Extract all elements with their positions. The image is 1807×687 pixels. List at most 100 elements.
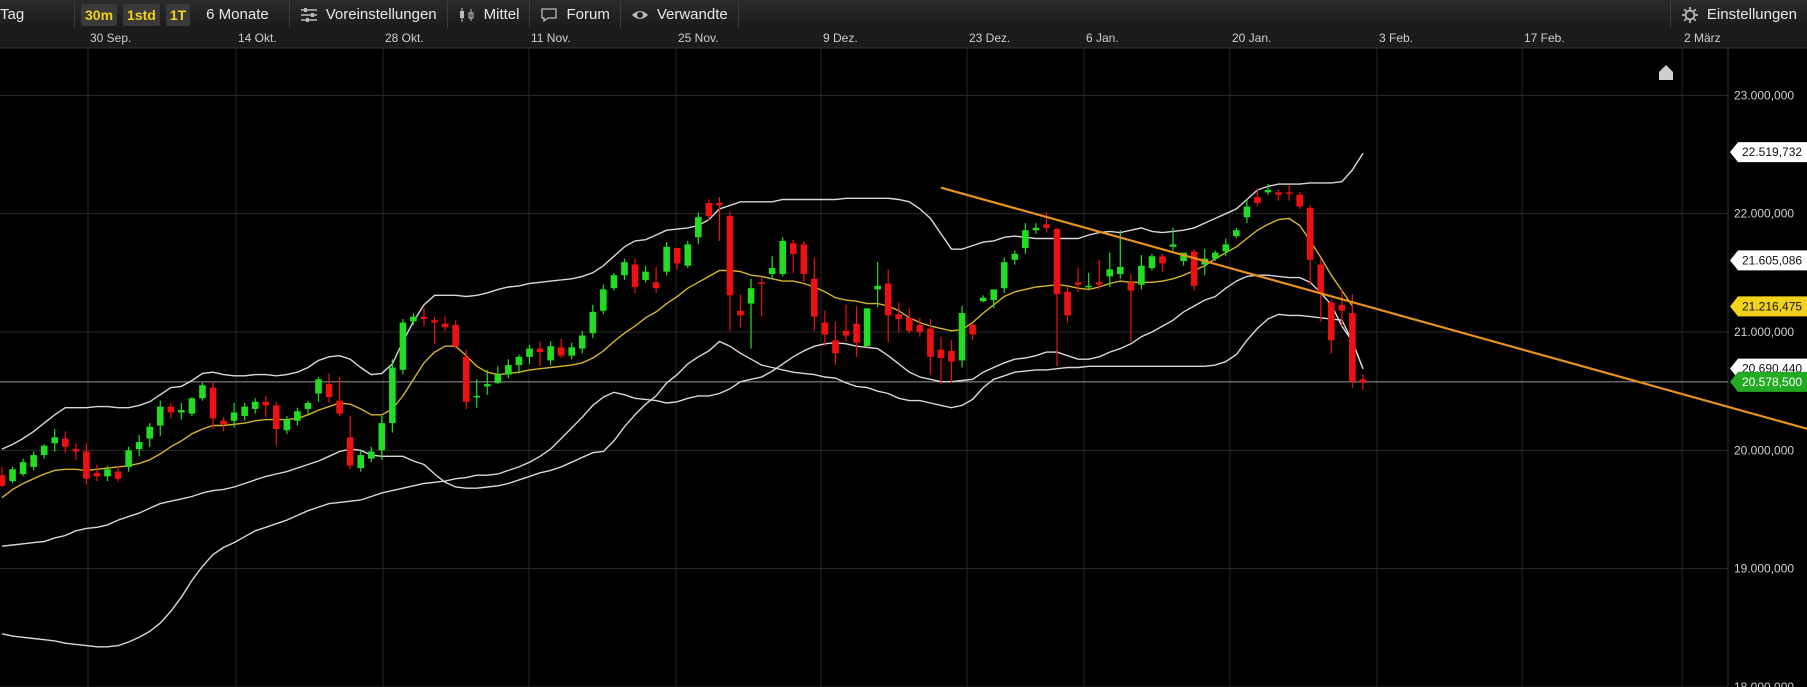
candle-body	[1011, 253, 1019, 260]
range-1t-button[interactable]: 1T	[165, 3, 191, 26]
candle-body	[515, 356, 523, 366]
price-tick-label: 19.000,000	[1734, 562, 1794, 576]
candle-body	[610, 275, 618, 289]
candle-body	[188, 398, 196, 414]
candle-body	[1064, 291, 1071, 316]
candle-body	[1222, 244, 1230, 252]
candle-body	[705, 203, 713, 217]
candle-body	[410, 316, 417, 322]
forum-button[interactable]: Forum	[530, 1, 621, 28]
candle-body	[241, 406, 248, 417]
candle-body	[1296, 194, 1303, 207]
candle-body	[83, 451, 90, 479]
candle-body	[283, 419, 291, 431]
period-select[interactable]: Tag	[0, 1, 75, 28]
candle-body	[505, 365, 512, 375]
candle-body	[367, 451, 375, 459]
candle-body	[357, 455, 364, 469]
date-tick-label: 28 Okt.	[385, 31, 424, 45]
candle-body	[19, 462, 27, 474]
candle-body	[589, 311, 597, 334]
candle-body	[1085, 285, 1092, 288]
price-tick-label: 20.000,000	[1734, 443, 1794, 457]
candle-body	[104, 469, 111, 477]
candle-body	[853, 323, 860, 343]
date-tick-label: 14 Okt.	[238, 31, 277, 45]
range-6-months-select[interactable]: 6 Monate	[196, 6, 283, 23]
candle-body	[547, 346, 554, 361]
trendline	[940, 186, 1807, 430]
period-label: Tag	[0, 6, 25, 23]
sliders-icon	[300, 7, 317, 22]
candle-body	[146, 426, 153, 439]
candle-body	[1032, 227, 1040, 231]
candle-body	[1000, 262, 1008, 289]
bollinger-outer-low-line	[1, 274, 1364, 648]
candle-body	[927, 328, 934, 357]
candle-body	[1043, 224, 1050, 228]
candle-body	[399, 322, 407, 370]
candle-body	[1053, 229, 1061, 295]
date-tick-label: 25 Nov.	[678, 31, 718, 45]
date-tick-label: 3 Feb.	[1379, 31, 1413, 45]
candle-body	[251, 401, 259, 409]
price-chart[interactable]: 30 Sep. 14 Okt. 28 Okt. 11 Nov. 25 Nov. 9 Dez…	[0, 29, 1807, 687]
candle-body	[1117, 266, 1124, 275]
price-tick-label: 18.000,000	[1734, 680, 1794, 687]
chart-toolbar: Tag 30m 1std 1T 6 Monate Voreinstellunge…	[0, 0, 1807, 30]
price-tag: 21.216,475	[1730, 296, 1807, 317]
candle-body	[484, 384, 491, 387]
price-tag-label: 22.519,732	[1742, 145, 1802, 159]
candle-body	[0, 475, 6, 486]
candle-body	[135, 442, 143, 450]
candle-body	[1359, 379, 1367, 383]
candle-body	[1328, 302, 1335, 341]
candle-body	[40, 445, 48, 456]
average-label: Mittel	[483, 6, 520, 23]
date-tick-label: 20 Jan.	[1232, 31, 1271, 45]
candle-body	[1338, 304, 1346, 311]
candle-body	[663, 246, 670, 272]
candle-body	[948, 350, 955, 362]
candle-body	[9, 469, 16, 482]
candle-body	[737, 310, 744, 316]
eye-icon	[631, 10, 648, 19]
candle-body	[494, 374, 502, 383]
candle-body	[716, 203, 723, 206]
candle-chart-icon	[459, 7, 474, 22]
candle-body	[51, 437, 59, 444]
price-tag-label: 20.578,500	[1742, 375, 1802, 389]
range-30m-button[interactable]: 30m	[81, 3, 118, 26]
price-tick-label: 21.000,000	[1734, 325, 1794, 339]
candle-body	[62, 438, 69, 447]
candle-body	[779, 240, 786, 275]
candle-body	[684, 244, 692, 266]
candle-body	[199, 385, 206, 399]
presets-label: Voreinstellungen	[325, 6, 437, 23]
average-button[interactable]: Mittel	[448, 1, 531, 28]
candle-body	[895, 314, 903, 319]
range-buttons: 30m 1std 1T 6 Monate	[75, 1, 290, 28]
range-1std-button[interactable]: 1std	[123, 3, 160, 26]
candle-body	[1159, 256, 1166, 264]
candle-body	[768, 268, 776, 275]
candle-body	[72, 449, 80, 452]
candle-body	[884, 283, 892, 316]
price-tag: 22.519,732	[1730, 142, 1807, 163]
candle-body	[1233, 230, 1240, 237]
price-tick-label: 23.000,000	[1734, 88, 1794, 102]
candle-body	[821, 322, 829, 335]
candle-body	[800, 244, 808, 275]
settings-button[interactable]: Einstellungen	[1669, 1, 1807, 28]
candle-body	[874, 285, 881, 290]
candle-body	[958, 313, 966, 361]
candle-body	[557, 347, 565, 356]
related-button[interactable]: Verwandte	[621, 1, 739, 28]
candle-body	[30, 455, 37, 467]
candle-body	[273, 405, 280, 430]
candle-body	[673, 247, 681, 264]
presets-button[interactable]: Voreinstellungen	[290, 1, 448, 28]
candle-body	[642, 271, 649, 280]
forum-label: Forum	[566, 6, 610, 23]
candle-body	[230, 412, 238, 421]
